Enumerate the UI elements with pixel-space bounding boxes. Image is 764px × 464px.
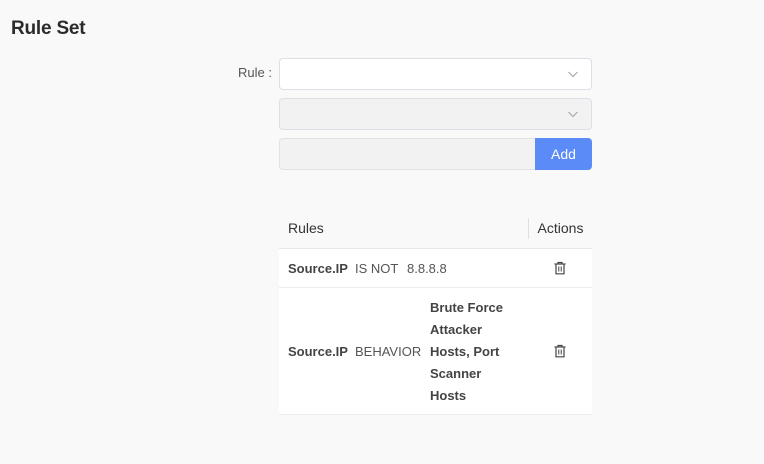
rule-value-input[interactable]	[279, 138, 536, 170]
add-button[interactable]: Add	[535, 138, 592, 170]
page-title: Rule Set	[11, 18, 86, 39]
chevron-down-icon	[568, 111, 578, 118]
chevron-down-icon	[568, 71, 578, 78]
trash-icon[interactable]	[553, 344, 567, 358]
rules-table: Rules Actions Source.IP IS NOT 8.8.8.8 S…	[279, 208, 592, 415]
rule-label: Rule :	[238, 65, 272, 80]
trash-icon[interactable]	[553, 261, 567, 275]
column-header-actions: Actions	[537, 220, 584, 236]
operator-select[interactable]	[279, 98, 592, 130]
rule-select[interactable]	[279, 58, 592, 90]
rule-field: Source.IP	[288, 344, 348, 359]
rule-value: 8.8.8.8	[407, 261, 447, 276]
rule-field: Source.IP	[288, 261, 348, 276]
table-row: Source.IP BEHAVIOR Brute Force Attacker …	[279, 288, 592, 415]
table-row: Source.IP IS NOT 8.8.8.8	[279, 249, 592, 288]
rule-operator: BEHAVIOR	[355, 344, 422, 359]
rule-value: Brute Force Attacker Hosts, Port Scanner…	[430, 300, 503, 403]
table-header: Rules Actions	[279, 208, 592, 249]
rule-operator: IS NOT	[355, 261, 399, 276]
column-header-rules: Rules	[288, 220, 324, 236]
